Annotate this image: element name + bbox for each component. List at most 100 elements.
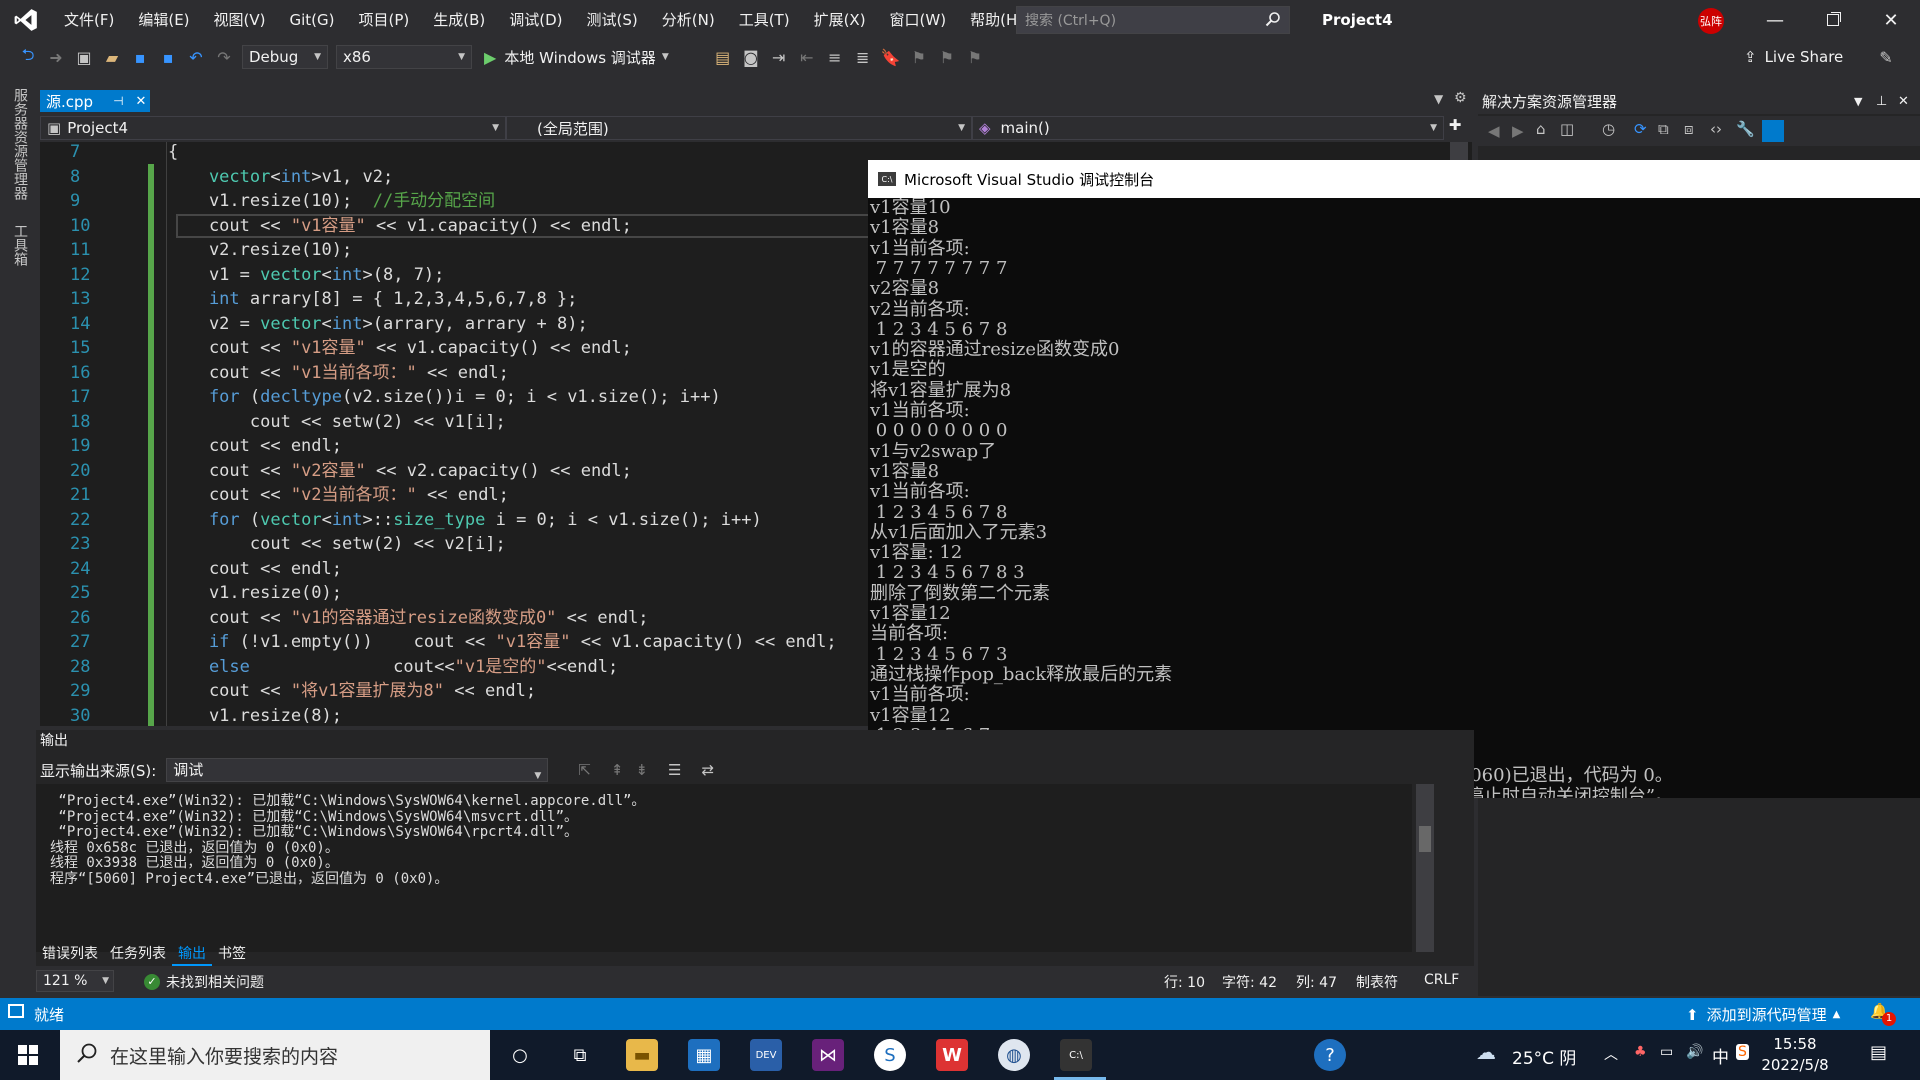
code-line[interactable]: v1.resize(10); //手动分配空间 [168, 189, 495, 213]
show-all-files-icon[interactable]: ⧈ [1684, 120, 1694, 138]
close-panel-icon[interactable]: ✕ [1898, 90, 1909, 114]
save-icon[interactable]: ▪ [126, 43, 154, 71]
tab-list-chevron-icon[interactable]: ▼ [1434, 92, 1443, 106]
wps-office-icon[interactable]: W [936, 1039, 968, 1071]
undo-icon[interactable]: ↶ [182, 43, 210, 71]
bottom-tab[interactable]: 错误列表 [36, 942, 104, 966]
code-line[interactable]: cout << setw(2) << v1[i]; [168, 410, 506, 434]
next-bookmark-icon[interactable]: ⚑ [933, 43, 961, 71]
start-debugging-button[interactable]: ▶ 本地 Windows 调试器 ▼ [484, 47, 669, 68]
refresh-icon[interactable]: ⟳ [1634, 120, 1647, 138]
tab-source-cpp[interactable]: 源.cpp ⊣ ✕ [40, 90, 150, 112]
next-message-icon[interactable]: ⇟ [635, 761, 648, 779]
code-line[interactable]: v1 = vector<int>(8, 7); [168, 263, 444, 287]
code-line[interactable]: v1.resize(8); [168, 704, 342, 727]
gear-icon[interactable]: ⚙ [1454, 90, 1467, 106]
bottom-tab[interactable]: 任务列表 [104, 942, 172, 966]
code-line[interactable]: cout << "v1当前各项：" << endl; [168, 361, 509, 385]
file-explorer-icon[interactable]: ▬ [626, 1039, 658, 1071]
code-line[interactable]: v2.resize(10); [168, 238, 352, 262]
menu-item[interactable]: 项目(P) [347, 0, 422, 40]
code-line[interactable]: for (vector<int>::size_type i = 0; i < v… [168, 508, 762, 532]
scope-dropdown[interactable]: (全局范围) ▼ [506, 116, 972, 140]
open-folder-icon[interactable]: ▰ [98, 43, 126, 71]
code-line[interactable]: cout << "将v1容量扩展为8" << endl; [168, 679, 536, 703]
sogou-browser-icon[interactable]: S [874, 1039, 906, 1071]
console-title-bar[interactable]: C:\ Microsoft Visual Studio 调试控制台 [868, 160, 1920, 198]
menu-item[interactable]: 分析(N) [650, 0, 727, 40]
task-view-icon[interactable]: ⧉ [564, 1039, 596, 1071]
tray-app-icon[interactable]: ♣ [1634, 1044, 1647, 1060]
menu-item[interactable]: 编辑(E) [126, 0, 201, 40]
word-wrap-icon[interactable]: ⇄ [701, 761, 714, 779]
windows-start-icon[interactable] [18, 1045, 38, 1069]
clear-bookmarks-icon[interactable]: ⚑ [961, 43, 989, 71]
battery-icon[interactable]: ▭ [1660, 1044, 1673, 1060]
code-line[interactable]: else cout<<"v1是空的"<<endl; [168, 655, 618, 679]
search-input[interactable]: 搜索 (Ctrl+Q) [1016, 6, 1290, 34]
debug-console-window[interactable]: C:\ Microsoft Visual Studio 调试控制台 v1容量10… [868, 160, 1920, 798]
code-line[interactable]: v2 = vector<int>(arrary, arrary + 8); [168, 312, 588, 336]
weather-text[interactable]: 25°C 阴 [1512, 1044, 1576, 1069]
live-share-button[interactable]: ⇪ Live Share [1744, 40, 1843, 74]
menu-item[interactable]: 视图(V) [202, 0, 278, 40]
comment-icon[interactable]: ≡ [821, 43, 849, 71]
bottom-tab[interactable]: 书签 [212, 942, 252, 966]
outdent-icon[interactable]: ⇤ [793, 43, 821, 71]
code-view-icon[interactable]: ‹› [1710, 120, 1722, 138]
app-globe-icon[interactable]: ◍ [998, 1039, 1030, 1071]
visual-studio-logo-icon[interactable] [0, 0, 52, 40]
action-center-icon[interactable]: ▤ [1870, 1042, 1887, 1063]
browse-icon[interactable]: ▤ [709, 43, 737, 71]
calculator-icon[interactable]: ▦ [688, 1039, 720, 1071]
new-project-icon[interactable]: ▣ [70, 43, 98, 71]
home-icon[interactable]: ⌂ [1536, 120, 1546, 138]
redo-icon[interactable]: ↷ [210, 43, 238, 71]
code-line[interactable]: cout << "v1的容器通过resize函数变成0" << endl; [168, 606, 649, 630]
menu-item[interactable]: 测试(S) [575, 0, 650, 40]
project-dropdown[interactable]: ▣ Project4 ▼ [40, 116, 506, 140]
sogou-ime-icon[interactable]: S [1736, 1044, 1749, 1060]
volume-icon[interactable]: 🔊 [1686, 1044, 1703, 1060]
close-window-button[interactable]: ✕ [1862, 0, 1920, 40]
zoom-select[interactable]: 121 % ▼ [36, 970, 114, 992]
code-line[interactable]: for (decltype(v2.size())i = 0; i < v1.si… [168, 385, 721, 409]
ime-indicator[interactable]: 中 [1712, 1043, 1729, 1068]
code-line[interactable]: cout << setw(2) << v2[i]; [168, 532, 506, 556]
properties-wrench-icon[interactable]: 🔧 [1736, 120, 1755, 138]
user-avatar[interactable]: 弘阵 [1698, 8, 1724, 34]
dev-cpp-icon[interactable]: DEV [750, 1039, 782, 1071]
output-scrollbar[interactable] [1416, 784, 1434, 952]
prev-message-icon[interactable]: ⇞ [611, 761, 624, 779]
close-tab-icon[interactable]: ✕ [136, 94, 147, 109]
menu-item[interactable]: 文件(F) [52, 0, 126, 40]
collapse-all-icon[interactable]: ⧉ [1658, 120, 1669, 138]
save-all-icon[interactable]: ▪ [154, 43, 182, 71]
help-icon[interactable]: ? [1314, 1039, 1346, 1071]
code-line[interactable]: { [168, 142, 178, 164]
find-message-icon[interactable]: ⇱ [578, 761, 591, 779]
feedback-icon[interactable]: ✎ [1872, 43, 1900, 71]
split-editor-icon[interactable]: ✚ [1444, 116, 1466, 140]
tab-indicator[interactable]: 制表符 [1356, 972, 1398, 992]
code-line[interactable]: cout << "v2容量" << v2.capacity() << endl; [168, 459, 632, 483]
indent-icon[interactable]: ⇥ [765, 43, 793, 71]
code-line[interactable]: cout << endl; [168, 434, 342, 458]
pin-icon[interactable]: ⊥ [1876, 90, 1887, 114]
taskbar-search-input[interactable]: 在这里输入你要搜索的内容 [60, 1030, 490, 1080]
chevron-down-icon[interactable]: ▼ [1854, 90, 1862, 114]
menu-item[interactable]: 生成(B) [421, 0, 497, 40]
toolbox-tab[interactable]: 工具箱 [10, 224, 30, 266]
code-line[interactable]: if (!v1.empty()) cout << "v1容量" << v1.ca… [168, 630, 837, 654]
output-scroll-thumb[interactable] [1419, 826, 1431, 852]
menu-item[interactable]: 扩展(X) [802, 0, 878, 40]
eol-indicator[interactable]: CRLF [1424, 972, 1459, 988]
clear-all-icon[interactable]: ☰ [668, 761, 681, 779]
member-dropdown[interactable]: ◈ main() ▼ [972, 116, 1444, 140]
forward-icon[interactable]: ▶ [1512, 122, 1524, 140]
screenshot-icon[interactable]: ◙ [737, 43, 765, 71]
console-taskbar-icon[interactable]: C:\ [1060, 1039, 1092, 1071]
history-icon[interactable]: ◷ [1602, 120, 1615, 138]
prev-bookmark-icon[interactable]: ⚑ [905, 43, 933, 71]
code-line[interactable]: cout << "v1容量" << v1.capacity() << endl; [168, 336, 632, 360]
